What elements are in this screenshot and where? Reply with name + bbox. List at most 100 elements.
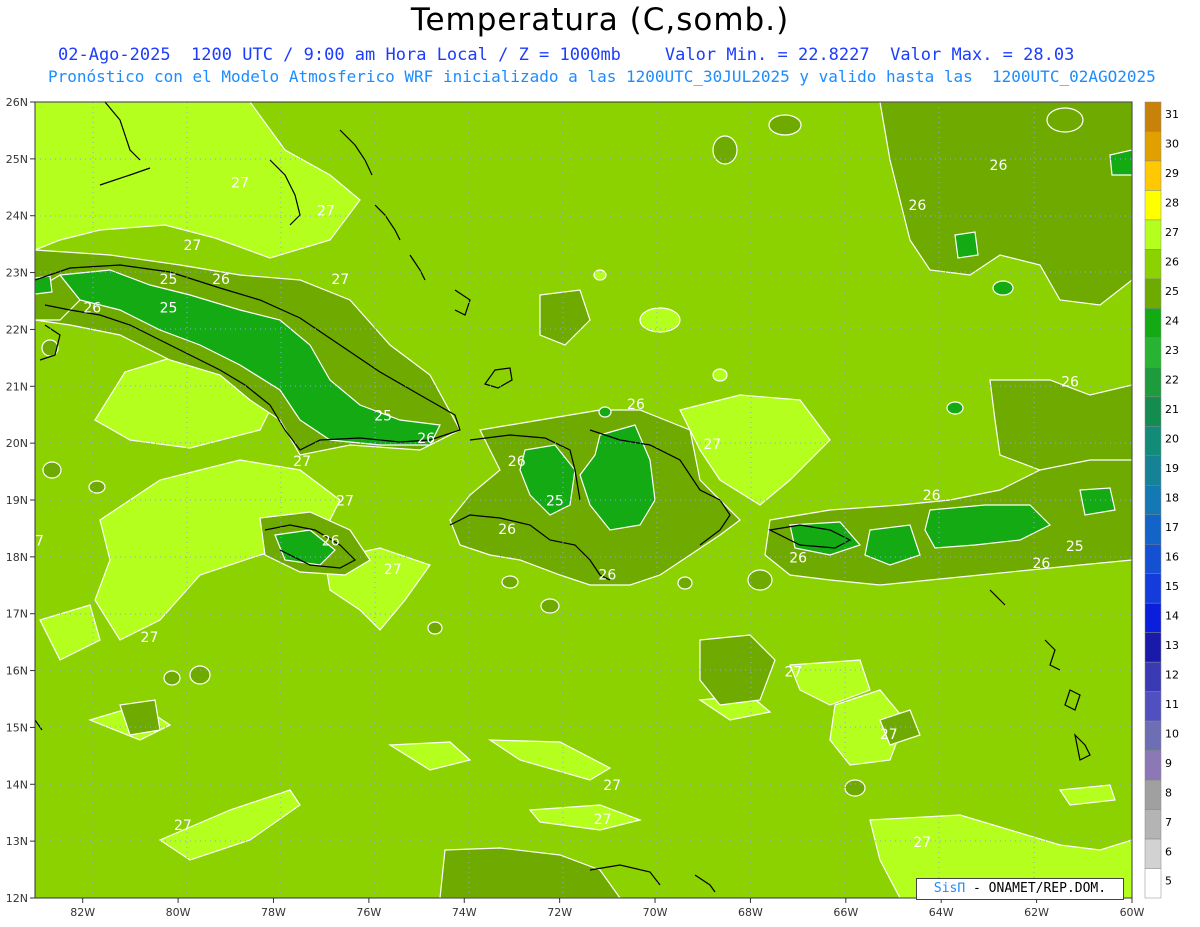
colorbar-swatch [1144,337,1162,368]
colorbar-swatch [1144,131,1162,162]
contour-label: 27 [784,664,802,680]
contour-label: 27 [317,204,335,220]
lat-label: 21N [6,380,28,393]
contour-label: 26 [83,300,101,316]
lon-label: 64W [929,906,954,919]
colorbar-swatch [1144,809,1162,840]
colorbar-swatch [1144,632,1162,663]
colorbar-label: 31 [1165,108,1179,121]
contour-label: 27 [336,494,354,510]
contour-label: 26 [1032,556,1050,572]
credit-box: SisΠ - ONAMET/REP.DOM. [916,878,1124,900]
colorbar-label: 26 [1165,256,1179,269]
colorbar-swatch [1144,101,1162,132]
colorbar-swatch [1144,455,1162,486]
color-scale-bar: 31 30 29 28 27 26 25 24 23 22 21 20 19 18 17 16 15 14 13 12… [1144,101,1179,899]
colorbar-swatch [1144,485,1162,515]
colorbar-label: 23 [1165,344,1179,357]
colorbar-swatch [1144,691,1162,722]
contour-label: 25 [1066,539,1084,555]
colorbar-label: 7 [1165,816,1172,829]
colorbar-swatch [1144,602,1162,633]
lat-label: 12N [6,892,28,905]
colorbar-label: 5 [1165,875,1172,888]
lat-label: 15N [6,721,28,734]
contour-label: 25 [160,272,178,288]
lat-label: 14N [6,778,28,791]
lon-label: 80W [166,906,191,919]
lat-label: 23N [6,267,28,280]
colorbar-label: 19 [1165,462,1179,475]
contour-label: 26 [417,431,435,447]
colorbar-label: 18 [1165,491,1179,504]
credit-text: - ONAMET/REP.DOM. [965,881,1107,896]
sispi-logo-text: SisΠ [933,881,966,896]
contour-label: 27 [183,238,201,254]
lat-label: 20N [6,437,28,450]
colorbar-label: 11 [1165,698,1179,711]
lat-label: 17N [6,608,28,621]
colorbar-label: 6 [1165,845,1172,858]
lon-label: 66W [833,906,858,919]
contour-label: 26 [789,551,807,567]
contour-label: 26 [990,158,1008,174]
colorbar-label: 16 [1165,550,1179,563]
lon-label: 60W [1120,906,1145,919]
contour-label: 27 [231,175,249,191]
lat-label: 22N [6,323,28,336]
contour-label: 27 [331,272,349,288]
colorbar-label: 15 [1165,580,1179,593]
colorbar-swatch [1144,514,1162,545]
latitude-axis: 26N 25N 24N 23N 22N 21N 20N 19N 18N 17N 16N 15N 14N 1… [6,96,35,905]
longitude-axis: 82W 80W 78W 76W 74W 72W 70W 68W 66W 64W 62W 60W [70,898,1145,919]
lat-label: 25N [6,153,28,166]
colorbar-label: 25 [1165,285,1179,298]
contour-label: 27 [384,562,402,578]
colorbar-swatch [1144,720,1162,751]
contour-label: 26 [508,454,526,470]
colorbar-swatch [1144,396,1162,427]
valid-time: 02-Ago-2025 1200 UTC / 9:00 am Hora Loca… [58,45,621,65]
map-frame: 27 27 27 27 25 26 26 25 25 26 27 27 26 27 26 25 26 26 27 27… [35,102,1132,898]
lat-label: 26N [6,96,28,109]
model-info-line: Pronóstico con el Modelo Atmosferico WRF… [48,67,1156,86]
lat-label: 13N [6,835,28,848]
lon-label: 82W [70,906,95,919]
contour-label: 27 [594,812,612,828]
contour-label: 26 [923,488,941,504]
colorbar-label: 27 [1165,226,1179,239]
colorbar-label: 20 [1165,433,1179,446]
colorbar-swatch [1144,838,1162,869]
lon-label: 74W [452,906,477,919]
colorbar-label: 28 [1165,197,1179,210]
lat-label: 18N [6,551,28,564]
contour-label: 26 [908,198,926,214]
temperature-map: 27 27 27 27 25 26 26 25 25 26 27 27 26 27 26 25 26 26 27 27… [6,96,1179,919]
colorbar-swatch [1144,543,1162,574]
colorbar-swatch [1144,278,1162,309]
colorbar-label: 8 [1165,786,1172,799]
colorbar-label: 10 [1165,727,1179,740]
colorbar-label: 30 [1165,138,1179,151]
colorbar-label: 24 [1165,315,1179,328]
map-title: Temperatura (C,somb.) [410,2,790,38]
lat-label: 16N [6,665,28,678]
contour-label: 26 [322,533,340,549]
lon-label: 76W [356,906,381,919]
contour-label: 27 [293,454,311,470]
contour-label: 25 [160,300,178,316]
colorbar-swatch [1144,308,1162,339]
colorbar-swatch [1144,367,1162,398]
colorbar-label: 9 [1165,757,1172,770]
colorbar-label: 12 [1165,668,1179,681]
lon-label: 78W [261,906,286,919]
lon-label: 62W [1024,906,1049,919]
contour-label: 27 [880,727,898,743]
contour-label: 26 [1061,374,1079,390]
contour-label: 27 [174,818,192,834]
colorbar-swatch [1144,190,1162,221]
contour-label: 27 [703,437,721,453]
colorbar-swatch [1144,868,1162,899]
colorbar-label: 14 [1165,609,1179,622]
colorbar-swatch [1144,219,1162,250]
